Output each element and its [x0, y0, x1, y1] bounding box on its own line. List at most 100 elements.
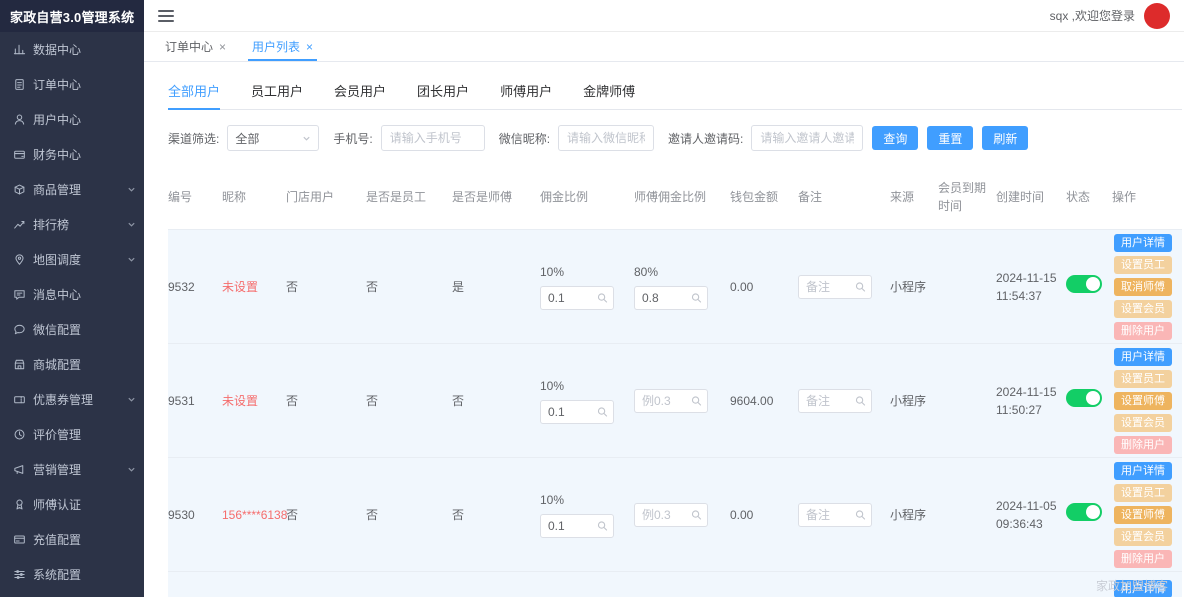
chart-icon: [13, 43, 26, 56]
set-member-button[interactable]: 设置会员: [1114, 414, 1172, 432]
cell-source: 小程序: [890, 392, 938, 410]
refresh-button[interactable]: 刷新: [982, 126, 1028, 150]
cell-is-master: 否: [452, 392, 540, 410]
sidebar-item-marketing-management[interactable]: 营销管理: [0, 452, 144, 487]
sidebar-item-coupon-management[interactable]: 优惠券管理: [0, 382, 144, 417]
set-master-button[interactable]: 设置师傅: [1114, 506, 1172, 524]
document-icon: [13, 78, 26, 91]
set-employee-button[interactable]: 设置员工: [1114, 370, 1172, 388]
wallet-icon: [13, 148, 26, 161]
status-toggle[interactable]: [1066, 389, 1102, 407]
cell-wallet: 0.00: [730, 506, 798, 524]
menu-collapse-icon[interactable]: [158, 10, 174, 22]
cancel-master-button[interactable]: 取消师傅: [1114, 278, 1172, 296]
cell-actions: 用户详情 设置员工 设置师傅 设置会员 删除用户: [1112, 348, 1182, 454]
chevron-down-icon: [127, 220, 136, 229]
cell-is-employee: 否: [366, 392, 452, 410]
close-icon[interactable]: ×: [306, 40, 313, 54]
delete-user-button[interactable]: 删除用户: [1114, 436, 1172, 454]
table-row: 9532 未设置 否 否 是 10% 80% 0.00: [168, 230, 1182, 344]
tab-user-list[interactable]: 用户列表 ×: [239, 32, 326, 61]
delete-user-button[interactable]: 删除用户: [1114, 550, 1172, 568]
tab-label: 订单中心: [165, 38, 213, 55]
cell-nickname: 未设置: [222, 278, 286, 296]
user-avatar[interactable]: [1144, 3, 1170, 29]
tab-leader-users[interactable]: 团长用户: [417, 72, 469, 109]
reset-button[interactable]: 重置: [927, 126, 973, 150]
set-employee-button[interactable]: 设置员工: [1114, 484, 1172, 502]
sidebar-item-ranking[interactable]: 排行榜: [0, 207, 144, 242]
cell-status: [1066, 389, 1112, 412]
cell-id: 9532: [168, 278, 222, 296]
set-employee-button[interactable]: 设置员工: [1114, 256, 1172, 274]
user-detail-button[interactable]: 用户详情: [1114, 462, 1172, 480]
nickname-filter-label: 微信昵称:: [499, 130, 550, 147]
user-greeting: sqx ,欢迎您登录: [1050, 7, 1135, 24]
chevron-down-icon: [302, 134, 311, 143]
store-icon: [13, 358, 26, 371]
user-detail-button[interactable]: 用户详情: [1114, 348, 1172, 366]
tab-order-center[interactable]: 订单中心 ×: [152, 32, 239, 61]
cell-wallet: 9604.00: [730, 392, 798, 410]
set-master-button[interactable]: 设置师傅: [1114, 392, 1172, 410]
status-toggle[interactable]: [1066, 275, 1102, 293]
sidebar-item-master-certification[interactable]: 师傅认证: [0, 487, 144, 522]
sidebar-item-recharge-config[interactable]: 充值配置: [0, 522, 144, 557]
user-icon: [13, 113, 26, 126]
search-icon: [855, 281, 866, 292]
sidebar-item-product-management[interactable]: 商品管理: [0, 172, 144, 207]
user-detail-button[interactable]: 用户详情: [1114, 580, 1172, 597]
sidebar-item-wechat-config[interactable]: 微信配置: [0, 312, 144, 347]
sidebar-item-user-center[interactable]: 用户中心: [0, 102, 144, 137]
sidebar-item-label: 财务中心: [33, 146, 81, 163]
cell-actions: 用户详情 设置员工 设置师傅 设置会员 删除用户: [1112, 462, 1182, 568]
col-wallet: 钱包金额: [730, 188, 798, 206]
channel-select[interactable]: 全部: [227, 125, 319, 151]
tab-gold-masters[interactable]: 金牌师傅: [583, 72, 635, 109]
table-row: 9531 未设置 否 否 否 10% 9604.00: [168, 344, 1182, 458]
tab-member-users[interactable]: 会员用户: [334, 72, 386, 109]
sidebar-item-review-management[interactable]: 评价管理: [0, 417, 144, 452]
phone-filter-label: 手机号:: [333, 130, 372, 147]
tags-view-bar: 订单中心 × 用户列表 ×: [144, 32, 1184, 62]
sidebar-item-message-center[interactable]: 消息中心: [0, 277, 144, 312]
tab-employee-users[interactable]: 员工用户: [251, 72, 303, 109]
cell-is-employee: 否: [366, 278, 452, 296]
sidebar-item-system-config[interactable]: 系统配置: [0, 557, 144, 592]
settings-icon: [13, 568, 26, 581]
inviter-code-input[interactable]: [751, 125, 863, 151]
phone-input[interactable]: [381, 125, 485, 151]
cell-is-employee: 否: [366, 506, 452, 524]
search-icon: [597, 521, 608, 532]
cell-nickname: 未设置: [222, 392, 286, 410]
coupon-icon: [13, 393, 26, 406]
cell-store-user: 否: [286, 278, 366, 296]
col-created: 创建时间: [996, 188, 1066, 206]
sidebar-item-finance-center[interactable]: 财务中心: [0, 137, 144, 172]
set-member-button[interactable]: 设置会员: [1114, 528, 1172, 546]
search-icon: [597, 407, 608, 418]
cell-store-user: 否: [286, 506, 366, 524]
search-icon: [691, 293, 702, 304]
sidebar-item-label: 师傅认证: [33, 496, 81, 513]
set-member-button[interactable]: 设置会员: [1114, 300, 1172, 318]
search-button[interactable]: 查询: [872, 126, 918, 150]
sidebar-item-mall-config[interactable]: 商城配置: [0, 347, 144, 382]
cell-actions: 用户详情 设置员工: [1112, 572, 1182, 597]
cell-source: 小程序: [890, 278, 938, 296]
status-toggle[interactable]: [1066, 503, 1102, 521]
tab-all-users[interactable]: 全部用户: [168, 72, 220, 109]
user-detail-button[interactable]: 用户详情: [1114, 234, 1172, 252]
sidebar-item-map-dispatch[interactable]: 地图调度: [0, 242, 144, 277]
nickname-input[interactable]: [558, 125, 654, 151]
sidebar-item-order-center[interactable]: 订单中心: [0, 67, 144, 102]
cell-is-master: 是: [452, 278, 540, 296]
commission-percent-label: 10%: [540, 491, 626, 509]
close-icon[interactable]: ×: [219, 40, 226, 54]
delete-user-button[interactable]: 删除用户: [1114, 322, 1172, 340]
tab-master-users[interactable]: 师傅用户: [500, 72, 552, 109]
sidebar-item-data-center[interactable]: 数据中心: [0, 32, 144, 67]
sidebar-item-label: 订单中心: [33, 76, 81, 93]
cell-master-commission: 80%: [634, 263, 730, 310]
sidebar-item-label: 用户中心: [33, 111, 81, 128]
